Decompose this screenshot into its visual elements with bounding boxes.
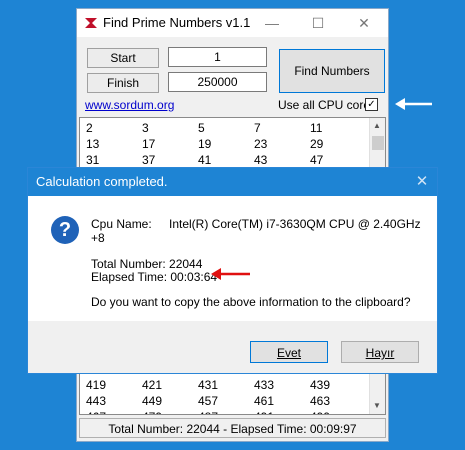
finish-label: Finish xyxy=(87,73,159,93)
annotation-arrow-white-icon xyxy=(395,98,432,110)
start-input[interactable]: 1 xyxy=(168,47,267,67)
cpu-threads: +8 xyxy=(91,231,105,245)
annotation-arrow-red-icon xyxy=(211,268,250,280)
total-number: Total Number: 22044 xyxy=(91,257,203,271)
close-button[interactable]: ✕ xyxy=(347,9,381,37)
cpu-name-label: Cpu Name: xyxy=(91,217,152,231)
yes-button-label: Evet xyxy=(276,346,301,360)
find-numbers-button[interactable]: Find Numbers xyxy=(279,49,385,93)
prime-list-bottom[interactable]: 419421431433439 443449457461463 46747948… xyxy=(79,373,386,415)
no-button-label: Hayır xyxy=(365,346,395,360)
finish-input[interactable]: 250000 xyxy=(168,72,267,92)
question-icon: ? xyxy=(51,216,79,244)
list-scrollbar-bottom[interactable]: ▼ xyxy=(369,374,385,414)
scroll-up-icon[interactable]: ▲ xyxy=(373,121,381,130)
no-button[interactable]: Hayır xyxy=(341,341,419,363)
dialog-title: Calculation completed. xyxy=(36,174,168,189)
dialog-title-bar[interactable]: Calculation completed. ✕ xyxy=(28,168,437,196)
dialog-close-button[interactable]: ✕ xyxy=(408,168,436,196)
list-scrollbar[interactable]: ▲ xyxy=(369,118,385,168)
use-all-cpu-cores-checkbox[interactable]: ✓ xyxy=(365,98,378,111)
yes-button[interactable]: Evet xyxy=(250,341,328,363)
title-bar[interactable]: Find Prime Numbers v1.1 — ☐ ✕ xyxy=(77,9,388,37)
use-all-cpu-cores-label[interactable]: Use all CPU cores xyxy=(278,98,376,112)
maximize-button[interactable]: ☐ xyxy=(301,9,335,37)
elapsed-time: Elapsed Time: 00:03:64 xyxy=(91,270,218,284)
window-title: Find Prime Numbers v1.1 xyxy=(103,15,251,30)
start-label: Start xyxy=(87,48,159,68)
scroll-thumb[interactable] xyxy=(372,136,384,150)
prime-list-top[interactable]: 2 3 5 7 11 13 17 19 23 29 31 37 41 43 47 ▲ xyxy=(79,117,386,169)
copy-question: Do you want to copy the above informatio… xyxy=(91,295,411,309)
website-link[interactable]: www.sordum.org xyxy=(85,98,174,112)
scroll-down-icon[interactable]: ▼ xyxy=(373,401,381,410)
cpu-name-value: Intel(R) Core(TM) i7-3630QM CPU @ 2.40GH… xyxy=(169,217,421,231)
app-logo-icon xyxy=(85,18,97,28)
status-bar: Total Number: 22044 - Elapsed Time: 00:0… xyxy=(79,418,386,438)
minimize-button[interactable]: — xyxy=(255,9,289,37)
